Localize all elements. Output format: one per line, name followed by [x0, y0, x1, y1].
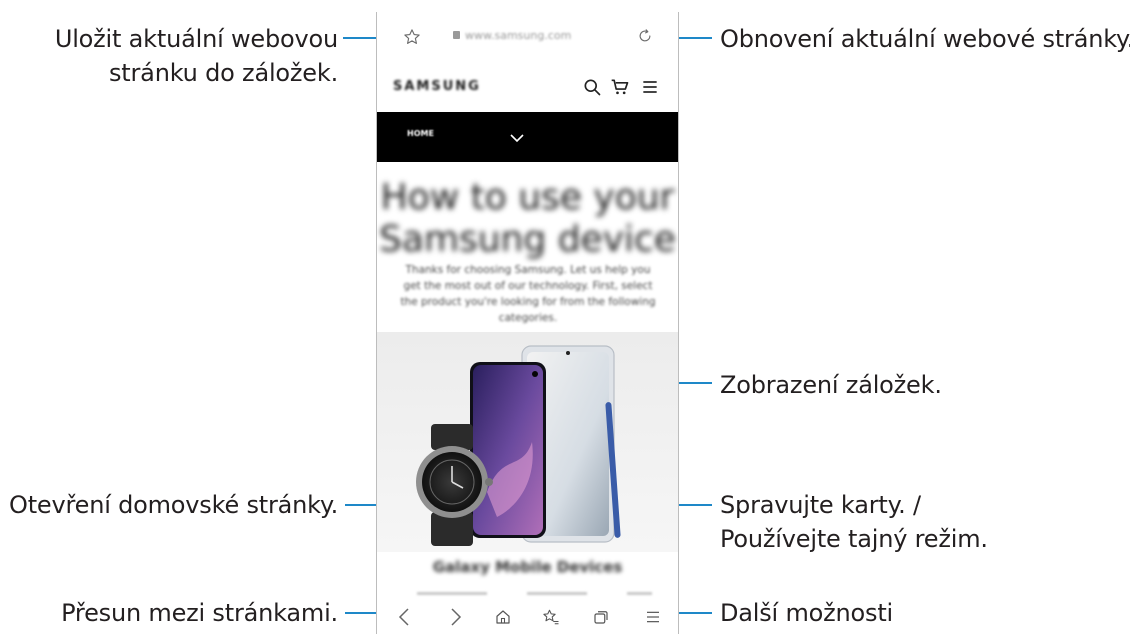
- callout-tabs-line1: Spravujte karty. /: [720, 491, 921, 519]
- site-logo[interactable]: SAMSUNG: [393, 79, 481, 94]
- callout-refresh: Obnovení aktuální webové stránky.: [720, 22, 1130, 56]
- tabs-icon[interactable]: [592, 608, 610, 630]
- callout-more-text: Další možnosti: [720, 599, 893, 627]
- callout-refresh-text: Obnovení aktuální webové stránky.: [720, 25, 1130, 53]
- callout-bookmark-line1: Uložit aktuální webovou: [54, 25, 338, 53]
- browser-bottom-bar: [377, 598, 678, 634]
- product-image[interactable]: [377, 332, 678, 552]
- callout-bookmark: Uložit aktuální webovou stránku do zálož…: [55, 22, 338, 90]
- section-tab-3: [627, 592, 652, 595]
- callout-view-bookmarks-text: Zobrazení záložek.: [720, 371, 942, 399]
- address-bar[interactable]: www.samsung.com: [377, 12, 678, 62]
- callout-home: Otevření domovské stránky.: [9, 488, 338, 522]
- star-outline-icon[interactable]: [403, 28, 421, 50]
- callout-tabs-line2: Používejte tajný režim.: [720, 525, 988, 553]
- cart-icon[interactable]: [610, 77, 630, 101]
- bookmarks-icon[interactable]: [542, 608, 560, 630]
- url-text[interactable]: www.samsung.com: [465, 29, 571, 42]
- callout-tabs: Spravujte karty. / Používejte tajný reži…: [720, 488, 988, 556]
- chevron-down-icon[interactable]: [509, 129, 525, 148]
- back-icon[interactable]: [397, 607, 411, 631]
- more-options-icon[interactable]: [645, 609, 661, 629]
- home-icon[interactable]: [494, 608, 512, 630]
- refresh-icon[interactable]: [636, 27, 654, 49]
- site-nav-bar[interactable]: HOME: [377, 112, 678, 162]
- hero-title: How to use your Samsung device: [377, 177, 678, 261]
- hero-title-line1: How to use your: [380, 177, 675, 218]
- section-title: Galaxy Mobile Devices: [432, 558, 623, 576]
- lock-icon: [453, 31, 460, 39]
- section-tab-1: [417, 592, 487, 595]
- nav-home-label[interactable]: HOME: [407, 129, 434, 138]
- callout-navigate: Přesun mezi stránkami.: [61, 596, 338, 630]
- hero-subtitle: Thanks for choosing Samsung. Let us help…: [400, 264, 656, 324]
- browser-screen: www.samsung.com SAMSUNG HOME How to use …: [376, 12, 679, 634]
- callout-home-text: Otevření domovské stránky.: [9, 491, 338, 519]
- callout-more: Další možnosti: [720, 596, 893, 630]
- hero-title-line2: Samsung device: [379, 219, 676, 260]
- forward-icon[interactable]: [449, 607, 463, 631]
- callout-view-bookmarks: Zobrazení záložek.: [720, 368, 942, 402]
- menu-icon[interactable]: [640, 77, 660, 101]
- section-tab-2: [527, 592, 587, 595]
- site-header: SAMSUNG: [377, 62, 678, 112]
- callout-navigate-text: Přesun mezi stránkami.: [61, 599, 338, 627]
- search-icon[interactable]: [582, 77, 602, 101]
- callout-bookmark-line2: stránku do záložek.: [109, 59, 338, 87]
